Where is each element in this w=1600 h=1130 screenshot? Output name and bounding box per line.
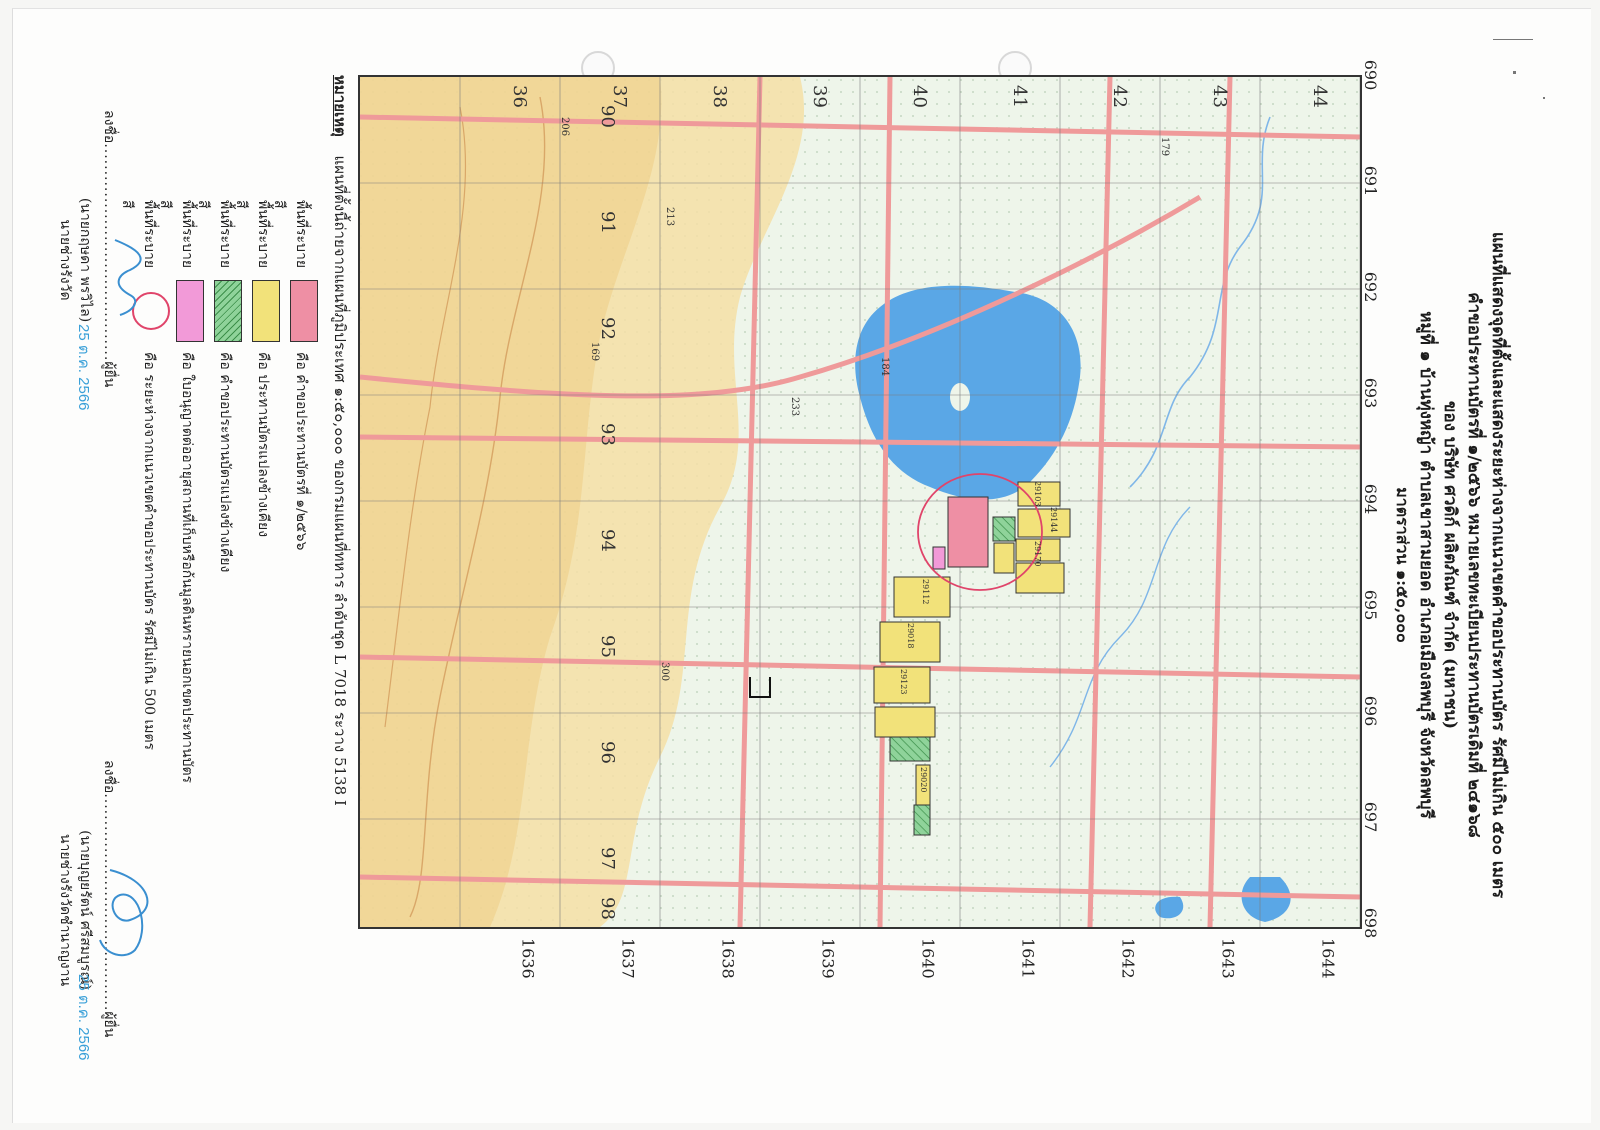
legend-text: คือ ประทานบัตรแปลงข้างเคียง: [255, 352, 271, 538]
signature-date-right: 25 ต.ค. 2566: [72, 970, 96, 1061]
parcel-mining[interactable]: [915, 764, 931, 806]
signature-label: ลงชื่อ: [101, 760, 117, 794]
parcel-environmental-permit[interactable]: [932, 546, 946, 570]
signature-date: 25 ต.ค. 2566: [75, 974, 92, 1061]
parcel-mining[interactable]: [1015, 538, 1061, 562]
signature-role: ผู้ยื่น: [101, 1011, 117, 1038]
grid-x-label: 696: [1361, 695, 1380, 727]
parcel-adjacent-request[interactable]: [992, 516, 1016, 542]
legend-swatch-mining-area: [252, 280, 280, 342]
map-note-label: หมายเหตุ: [331, 75, 349, 137]
legend-item-concession: พื้นที่ระบายสี คือ คำขอประทานบัตรที่ ๑/๒…: [271, 200, 322, 1000]
grid-y-label: 1644: [1318, 938, 1338, 979]
parcel-mining[interactable]: [874, 706, 936, 738]
map-note-text: แผนที่ตั้งนี้ถ่ายจากแผนที่ภูมิประเทศ ๑:๕…: [331, 155, 349, 806]
signature-label: ลงชื่อ: [101, 110, 117, 144]
parcel-mining[interactable]: [873, 666, 931, 704]
legend-text: คือ ใบอนุญาตต่ออายุสถานที่เก็บหรือก้นมูล…: [179, 352, 195, 784]
grid-x-label: 690: [1361, 59, 1380, 91]
topographic-map[interactable]: 90 91 92 93 94 95 96 97 98 44 43 42 41 4…: [358, 75, 1362, 929]
legend-item-mining-area: พื้นที่ระบายสี คือ ประทานบัตรแปลงข้างเคี…: [233, 200, 284, 1000]
grid-x-label: 697: [1361, 801, 1380, 833]
legend-swatch-adjacent-request: [214, 280, 242, 342]
grid-x-label: 693: [1361, 377, 1380, 409]
grid-y-label: 1642: [1118, 938, 1138, 979]
legend-item-environmental-permit: พื้นที่ระบายสี คือ ใบอนุญาตต่ออายุสถานที…: [157, 200, 208, 1000]
parcel-mining[interactable]: [1017, 508, 1071, 538]
grid-x-label: 694: [1361, 483, 1380, 515]
parcel-mining[interactable]: [893, 576, 951, 618]
scale-text: มาตราส่วน ๑:๕๐,๐๐๐: [1393, 487, 1412, 643]
grid-y-label: 1636: [518, 938, 538, 979]
legend-text: คือ ระยะห่างจากแนวเขตคำขอประทานบัตร รัศม…: [141, 352, 157, 751]
map-canvas: [360, 77, 1360, 927]
grid-y-label: 1638: [718, 938, 738, 979]
parcel-adjacent-request[interactable]: [913, 804, 931, 836]
parcel-mining[interactable]: [993, 542, 1015, 574]
map-note: หมายเหตุ แผนที่ตั้งนี้ถ่ายจากแผนที่ภูมิป…: [328, 75, 352, 806]
grid-y-label: 1641: [1018, 938, 1038, 979]
parcel-concession[interactable]: [947, 496, 989, 568]
parcel-mining[interactable]: [1017, 481, 1061, 507]
grid-x-label: 698: [1361, 907, 1380, 939]
grid-y-label: 1639: [818, 938, 838, 979]
legend-text: คือ คำขอประทานบัตรแปลงข้างเคียง: [217, 352, 233, 573]
grid-y-label: 1640: [918, 938, 938, 979]
grid-x-label: 695: [1361, 589, 1380, 621]
handwritten-signature: [114, 239, 142, 316]
signature-date-left: 25 ต.ค. 2566: [72, 320, 96, 411]
legend-item-adjacent-request: พื้นที่ระบายสี คือ คำขอประทานบัตรแปลงข้า…: [195, 200, 246, 1000]
parcel-mining[interactable]: [1015, 562, 1065, 594]
rotated-page: แผนที่แสดงจุดที่ตั้งและแสดงระยะห่างจากแน…: [0, 0, 1600, 1130]
parcel-mining[interactable]: [879, 621, 941, 663]
grid-x-label: 691: [1361, 165, 1380, 197]
title-line-3: ของ บริษัท ศวดิก์ ผลิตภัณฑ์ จำกัด (มหาชน…: [1440, 400, 1460, 730]
title-line-1: แผนที่แสดงจุดที่ตั้งและแสดงระยะห่างจากแน…: [1488, 231, 1508, 899]
grid-x-label: 692: [1361, 271, 1380, 303]
handwritten-signature: [99, 869, 149, 957]
legend-swatch-environmental-permit: [176, 280, 204, 342]
title-line-4: หมู่ที่ ๑ บ้านทุ่งหญ้า ตำบลเขาสามยอด อำเ…: [1416, 311, 1436, 819]
title-line-2: คำขอประทานบัตรที่ ๑/๒๕๖๖ หมายเลขทะเบียนป…: [1464, 292, 1484, 838]
parcel-adjacent-request[interactable]: [889, 736, 931, 762]
grid-y-label: 1643: [1218, 938, 1238, 979]
legend-text: คือ คำขอประทานบัตรที่ ๑/๒๕๖๖: [293, 352, 309, 551]
signature-date: 25 ต.ค. 2566: [75, 324, 92, 411]
grid-y-label: 1637: [618, 938, 638, 979]
signature-role: ผู้ยื่น: [101, 361, 117, 388]
legend-swatch-concession: [290, 280, 318, 342]
